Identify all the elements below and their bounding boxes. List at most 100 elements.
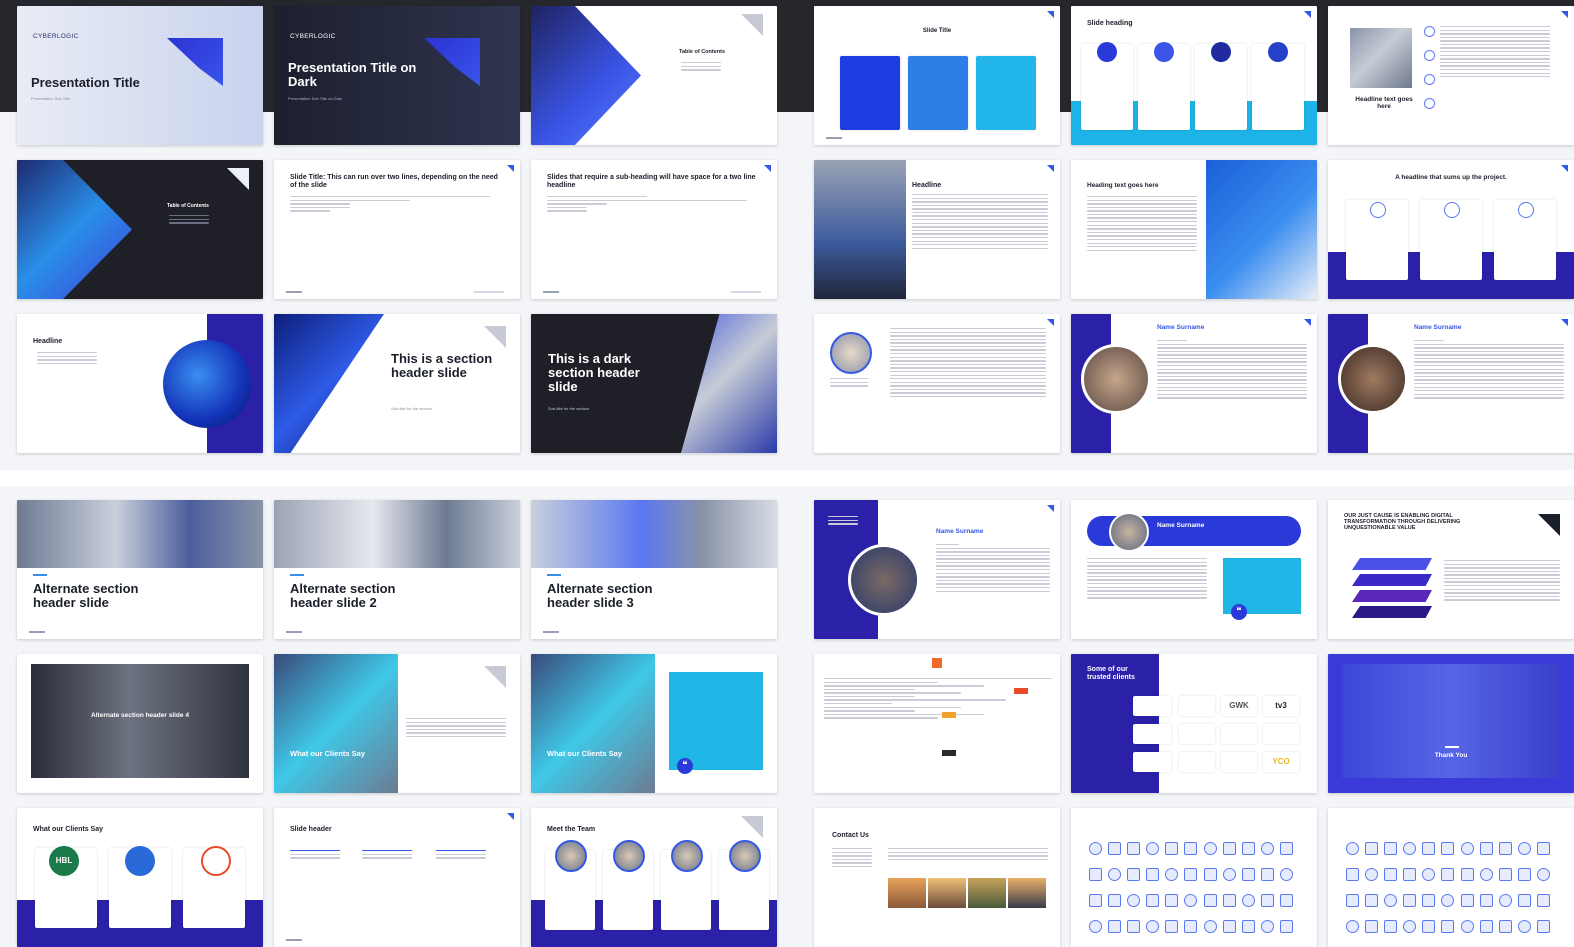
slide-alt-section-header-4[interactable]: Alternate section header slide 4 (17, 654, 263, 793)
slide-subtitle: Sub-title for the section (391, 406, 432, 411)
slide-three-columns[interactable]: Slide header (274, 808, 520, 947)
diagonal-graphic (274, 314, 384, 453)
library-icon (1260, 842, 1274, 855)
solution-icon (1444, 202, 1460, 218)
slide-name-skills[interactable]: Name Surname (1328, 314, 1574, 453)
accent-line (1445, 746, 1459, 748)
slide-subtitle: Presentation Sub Title (31, 96, 71, 101)
library-icon (1403, 868, 1417, 881)
slide-icon-library-2[interactable] (1328, 808, 1574, 947)
slide-name-contact[interactable]: Name Surname (814, 500, 1060, 639)
library-icon (1384, 894, 1398, 907)
slide-alt-section-header[interactable]: Alternate section header slide (17, 500, 263, 639)
slide-two-line-title[interactable]: Slide Title: This can run over two lines… (274, 160, 520, 299)
library-icon (1441, 868, 1455, 881)
library-icon (1498, 868, 1512, 881)
slide-title: Name Surname (1414, 324, 1462, 331)
slide-table-of-contents-dark[interactable]: Table of Contents (17, 160, 263, 299)
column-lines (290, 850, 340, 861)
library-icon (1279, 868, 1293, 881)
slide-photo-headline[interactable]: Headline (814, 160, 1060, 299)
contact-lines (828, 516, 858, 527)
slide-meet-the-team[interactable]: Meet the Team (531, 808, 777, 947)
slide-alt-section-header-3[interactable]: Alternate section header slide 3 (531, 500, 777, 639)
slide-title: Heading text goes here (1087, 182, 1159, 189)
photo (1350, 28, 1412, 88)
avatar (671, 840, 703, 872)
slide-profile-cv[interactable] (814, 314, 1060, 453)
slide-contact-us[interactable]: Contact Us (814, 808, 1060, 947)
list-icon (1424, 26, 1435, 37)
list-icon (1424, 74, 1435, 85)
contact-lines (832, 848, 872, 869)
slide-section-header[interactable]: This is a section header slide Sub-title… (274, 314, 520, 453)
slide-thank-you[interactable]: Thank You (1328, 654, 1574, 793)
slide-three-cards[interactable]: Slide Title (814, 6, 1060, 145)
benefit-icon (1518, 202, 1534, 218)
slide-name-biography[interactable]: Name Surname (1071, 314, 1317, 453)
hbl-logo: HBL (49, 846, 79, 876)
brand-logo: CYBERLOGIC (33, 33, 79, 40)
library-icon (1365, 894, 1379, 907)
slide-four-icons[interactable]: Slide heading (1071, 6, 1317, 145)
slide-title: Some of our trusted clients (1087, 666, 1135, 681)
library-icon (1165, 842, 1179, 855)
slide-headline-circle[interactable]: Headline (17, 314, 263, 453)
quote-icon: ❝ (677, 758, 693, 774)
slide-presentation-title[interactable]: CYBERLOGIC Presentation Title Presentati… (17, 6, 263, 145)
footer-logo (543, 291, 559, 293)
step-bar (1352, 590, 1432, 602)
library-icon (1127, 868, 1141, 881)
quote-icon: ❝ (1231, 604, 1247, 620)
library-icon (1222, 842, 1236, 855)
slide-presentation-title-dark[interactable]: CYBERLOGIC Presentation Title on Dark Pr… (274, 6, 520, 145)
slide-title: Presentation Title (31, 75, 140, 90)
hands-photo (531, 654, 655, 793)
photo (1206, 160, 1317, 299)
slide-title: Headline text goes here (1355, 96, 1413, 111)
footer-logo (543, 631, 559, 633)
slide-title: Alternate section header slide (33, 581, 139, 611)
corner-arrow-icon (1304, 319, 1311, 326)
slide-title: Table of Contents (679, 49, 726, 55)
body-lines (1087, 558, 1207, 601)
slide-dark-section-header[interactable]: This is a dark section header slide Sub-… (531, 314, 777, 453)
slide-name-highlight[interactable]: Name Surname ❝ (1071, 500, 1317, 639)
slide-sub-heading[interactable]: Slides that require a sub-heading will h… (531, 160, 777, 299)
avatar (1338, 344, 1408, 414)
step-bar (1352, 558, 1432, 570)
client-logo-tv3: tv3 (1263, 696, 1299, 716)
library-icon (1241, 842, 1255, 855)
body-lines (1414, 340, 1564, 401)
city-photo (1008, 878, 1046, 908)
accent-line (290, 574, 304, 576)
slide-clients-say-hands[interactable]: What our Clients Say (274, 654, 520, 793)
library-icon (1146, 842, 1160, 855)
slide-text-photo[interactable]: Heading text goes here (1071, 160, 1317, 299)
body-lines (936, 544, 1050, 594)
slide-logo-grid[interactable] (814, 654, 1060, 793)
slide-title: Table of Contents (167, 203, 209, 209)
slide-photo-list[interactable]: Headline text goes here (1328, 6, 1574, 145)
library-icon (1279, 842, 1293, 855)
body-lines (912, 194, 1048, 251)
person-icon (1268, 42, 1288, 62)
slide-clients-say-cards[interactable]: What our Clients Say HBL (17, 808, 263, 947)
chip-icon (1211, 42, 1231, 62)
slide-trusted-clients[interactable]: Some of our trusted clients GWK tv3 YCO (1071, 654, 1317, 793)
body-lines (681, 62, 721, 73)
slide-table-of-contents[interactable]: Table of Contents (531, 6, 777, 145)
slide-title: Name Surname (1157, 324, 1205, 331)
slide-icon-library-1[interactable] (1071, 808, 1317, 947)
slide-three-step-project[interactable]: A headline that sums up the project. (1328, 160, 1574, 299)
slide-title: What our Clients Say (547, 749, 623, 758)
list-icon (1424, 98, 1435, 109)
library-icon (1260, 868, 1274, 881)
slide-title: Slide Title (922, 28, 952, 34)
slide-alt-section-header-2[interactable]: Alternate section header slide 2 (274, 500, 520, 639)
slide-just-cause[interactable]: OUR JUST CAUSE IS ENABLING DIGITAL TRANS… (1328, 500, 1574, 639)
slide-clients-say-quote[interactable]: What our Clients Say ❝ (531, 654, 777, 793)
library-icon (1460, 842, 1474, 855)
corner-arrow-icon (1561, 165, 1568, 172)
library-icon (1517, 868, 1531, 881)
